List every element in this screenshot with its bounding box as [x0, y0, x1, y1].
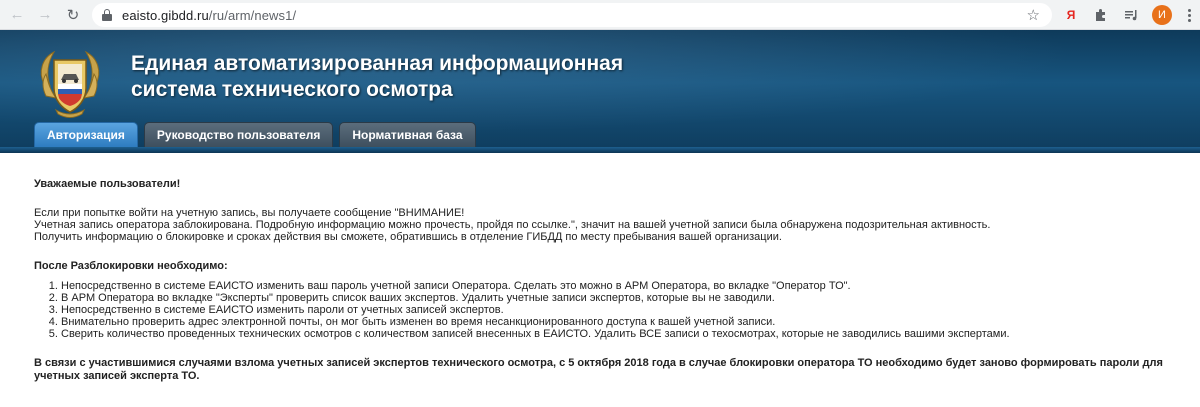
- warning-paragraph: Если при попытке войти на учетную запись…: [34, 207, 1184, 243]
- profile-avatar[interactable]: И: [1152, 5, 1172, 25]
- tab-authorization[interactable]: Авторизация: [34, 122, 138, 147]
- browser-menu-icon[interactable]: [1182, 8, 1196, 23]
- list-item: В АРМ Оператора во вкладке "Эксперты" пр…: [61, 292, 1184, 304]
- bookmark-star-icon[interactable]: ☆: [1027, 6, 1040, 24]
- tab-regulatory-base[interactable]: Нормативная база: [339, 122, 476, 147]
- site-title: Единая автоматизированная информационная…: [131, 51, 623, 103]
- paragraph-line: Если при попытке войти на учетную запись…: [34, 207, 465, 219]
- yandex-extension-icon[interactable]: Я: [1060, 4, 1082, 26]
- list-item: Непосредственно в системе ЕАИСТО изменит…: [61, 304, 1184, 316]
- forward-arrow-icon[interactable]: →: [34, 4, 56, 26]
- site-header: Единая автоматизированная информационная…: [0, 30, 1200, 147]
- paragraph-line: Получить информацию о блокировке и срока…: [34, 231, 782, 243]
- steps-heading: После Разблокировки необходимо:: [34, 260, 228, 272]
- playlist-icon[interactable]: [1120, 4, 1142, 26]
- greeting-heading: Уважаемые пользователи!: [34, 178, 181, 190]
- final-notice: В связи с участившимися случаями взлома …: [34, 357, 1163, 382]
- browser-toolbar: ← → ↻ eaisto.gibdd.ru/ru/arm/news1/ ☆ Я …: [0, 0, 1200, 30]
- main-nav-tabs: Авторизация Руководство пользователя Нор…: [34, 122, 482, 147]
- header-divider: [0, 147, 1200, 153]
- back-arrow-icon[interactable]: ←: [6, 4, 28, 26]
- tab-user-guide[interactable]: Руководство пользователя: [143, 122, 334, 147]
- gibdd-emblem-icon: [40, 50, 100, 118]
- address-bar[interactable]: eaisto.gibdd.ru/ru/arm/news1/ ☆: [92, 3, 1052, 27]
- list-item: Сверить количество проведенных техническ…: [61, 328, 1184, 340]
- news-content: Уважаемые пользователи! Если при попытке…: [34, 178, 1184, 383]
- list-item: Непосредственно в системе ЕАИСТО изменит…: [61, 280, 1184, 292]
- steps-list: Непосредственно в системе ЕАИСТО изменит…: [61, 280, 1184, 340]
- puzzle-extensions-icon[interactable]: [1090, 4, 1112, 26]
- extensions-area: Я И: [1060, 4, 1196, 26]
- url-host: eaisto.gibdd.ru: [122, 7, 209, 23]
- reload-icon[interactable]: ↻: [62, 4, 84, 26]
- lock-icon[interactable]: [102, 9, 112, 21]
- site-title-line1: Единая автоматизированная информационная: [131, 52, 624, 75]
- site-title-line2: система технического осмотра: [131, 78, 453, 101]
- paragraph-line: Учетная запись оператора заблокирована. …: [34, 219, 991, 231]
- url-text[interactable]: eaisto.gibdd.ru/ru/arm/news1/: [122, 8, 296, 23]
- list-item: Внимательно проверить адрес электронной …: [61, 316, 1184, 328]
- url-path: /ru/arm/news1/: [208, 7, 297, 23]
